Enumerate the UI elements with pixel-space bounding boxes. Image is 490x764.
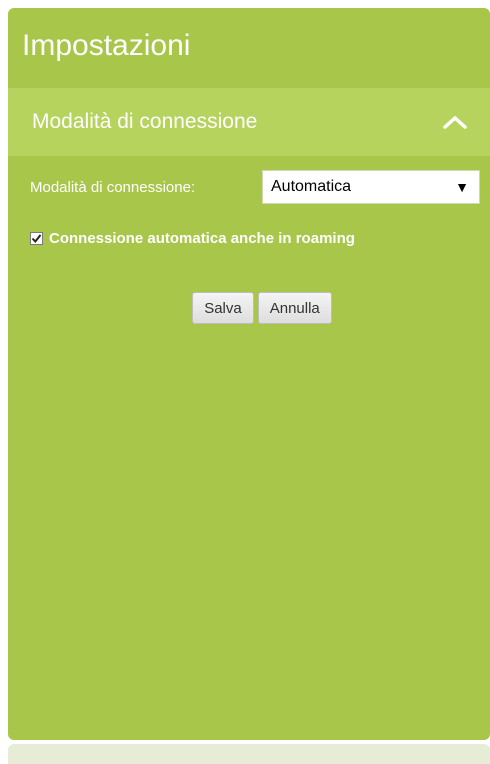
section-title: Modalità di connessione [32,110,258,133]
roaming-checkbox[interactable] [30,232,43,245]
save-button[interactable]: Salva [192,292,254,324]
checkmark-icon [31,234,42,244]
roaming-option: Connessione automatica anche in roaming [30,230,355,247]
connection-mode-value: Automatica [271,178,352,195]
connection-mode-label: Modalità di connessione: [30,178,196,196]
roaming-label[interactable]: Connessione automatica anche in roaming [49,230,355,247]
next-panel-edge [8,744,490,764]
action-buttons: Salva Annulla [8,292,490,324]
connection-mode-row: Modalità di connessione: Automatica ▼ [30,170,482,204]
settings-panel: Impostazioni Modalità di connessione Mod… [8,8,490,740]
panel-title: Impostazioni [22,29,191,62]
cancel-button[interactable]: Annulla [257,292,332,324]
connection-mode-select[interactable]: Automatica ▼ [262,170,480,204]
triangle-down-icon: ▼ [455,179,469,195]
section-header-connection-mode[interactable]: Modalità di connessione [8,88,490,156]
chevron-up-icon[interactable] [442,113,468,131]
